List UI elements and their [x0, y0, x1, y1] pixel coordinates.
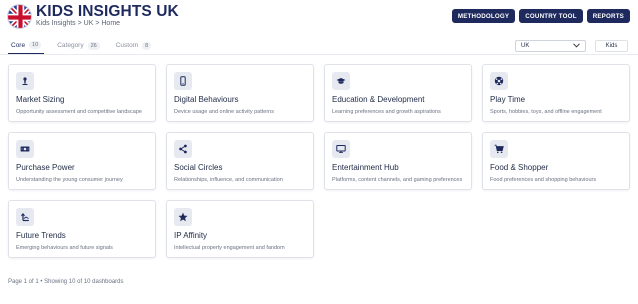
card-title: Purchase Power: [16, 163, 75, 172]
football-icon: [490, 72, 508, 90]
country-tool-button[interactable]: COUNTRY TOOL: [519, 9, 583, 23]
card-title: Play Time: [490, 95, 526, 104]
tab-custom[interactable]: Custom 8: [113, 40, 154, 54]
tab-core[interactable]: Core 10: [8, 40, 45, 54]
dashboard-card-play-time[interactable]: Play Time Sports, hobbies, toys, and off…: [482, 64, 630, 122]
card-description: Opportunity assessment and competitive l…: [16, 109, 142, 115]
card-title: IP Affinity: [174, 231, 208, 240]
shopping-cart-icon: [490, 140, 508, 158]
tab-count-badge: 10: [29, 41, 42, 49]
dashboard-card-education-development[interactable]: Education & Development Learning prefere…: [324, 64, 472, 122]
country-select[interactable]: UK: [515, 40, 586, 52]
tab-label: Category: [57, 42, 84, 49]
dashboard-card-social-circles[interactable]: Social Circles Relationships, influence,…: [166, 132, 314, 190]
monitor-icon: [332, 140, 350, 158]
dashboard-card-market-sizing[interactable]: Market Sizing Opportunity assessment and…: [8, 64, 156, 122]
methodology-button[interactable]: METHODOLOGY: [451, 9, 516, 23]
share-nodes-icon: [174, 140, 192, 158]
card-description: Food preferences and shopping behaviours: [490, 177, 597, 183]
card-description: Intellectual property engagement and fan…: [174, 245, 285, 251]
page-title: KIDS INSIGHTS UK: [36, 3, 179, 20]
reports-button[interactable]: REPORTS: [586, 9, 630, 23]
tab-count-badge: 26: [87, 41, 100, 50]
star-icon: [174, 208, 192, 226]
card-title: Social Circles: [174, 163, 223, 172]
dashboard-card-purchase-power[interactable]: Purchase Power Understanding the young c…: [8, 132, 156, 190]
app-header: KIDS INSIGHTS UK Kids Insights > UK > Ho…: [0, 0, 638, 36]
breadcrumb[interactable]: Kids Insights > UK > Home: [36, 20, 120, 27]
card-title: Future Trends: [16, 231, 66, 240]
card-description: Understanding the young consumer journey: [16, 177, 123, 183]
card-title: Entertainment Hub: [332, 163, 399, 172]
trend-arrow-icon: [16, 208, 34, 226]
card-description: Relationships, influence, and communicat…: [174, 177, 283, 183]
card-description: Device usage and online activity pattern…: [174, 109, 274, 115]
dashboard-card-entertainment-hub[interactable]: Entertainment Hub Platforms, content cha…: [324, 132, 472, 190]
card-description: Sports, hobbies, toys, and offline engag…: [490, 109, 602, 115]
card-title: Market Sizing: [16, 95, 65, 104]
dashboard-card-future-trends[interactable]: Future Trends Emerging behaviours and fu…: [8, 200, 156, 258]
money-icon: [16, 140, 34, 158]
tab-count-badge: 8: [142, 41, 152, 50]
pagination-status: Page 1 of 1 • Showing 10 of 10 dashboard…: [8, 279, 124, 285]
header-actions: METHODOLOGY COUNTRY TOOL REPORTS: [451, 9, 630, 23]
card-description: Platforms, content channels, and gaming …: [332, 177, 463, 183]
card-title: Education & Development: [332, 95, 425, 104]
dashboard-tabs: Core 10 Category 26 Custom 8: [8, 40, 164, 54]
kids-audience-button[interactable]: Kids: [595, 40, 628, 52]
mobile-phone-icon: [174, 72, 192, 90]
person-pin-icon: [16, 72, 34, 90]
card-description: Learning preferences and growth aspirati…: [332, 109, 441, 115]
tab-label: Core: [11, 41, 26, 49]
card-description: Emerging behaviours and future signals: [16, 245, 113, 251]
graduation-cap-icon: [332, 72, 350, 90]
dashboard-card-food-shopper[interactable]: Food & Shopper Food preferences and shop…: [482, 132, 630, 190]
dashboard-card-digital-behaviours[interactable]: Digital Behaviours Device usage and onli…: [166, 64, 314, 122]
card-title: Food & Shopper: [490, 163, 549, 172]
card-title: Digital Behaviours: [174, 95, 239, 104]
country-select-value: UK: [521, 43, 530, 49]
chevron-down-icon: [573, 42, 580, 50]
tab-label: Custom: [115, 42, 139, 49]
tab-divider: [0, 54, 638, 55]
tab-category[interactable]: Category 26: [54, 40, 103, 54]
uk-flag-icon: [7, 4, 32, 29]
dashboard-card-ip-affinity[interactable]: IP Affinity Intellectual property engage…: [166, 200, 314, 258]
